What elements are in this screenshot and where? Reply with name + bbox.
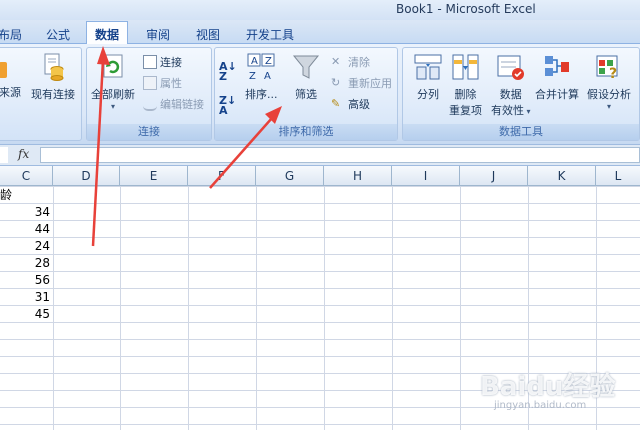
watermark-url: jingyan.baidu.com <box>494 400 587 411</box>
arrow-to-data-tab <box>91 46 110 247</box>
baidu-watermark: Baidu经验 jingyan.baidu.com <box>470 360 640 420</box>
arrow-to-filter-button <box>209 106 282 189</box>
watermark-text: Baidu经验 <box>480 372 616 402</box>
